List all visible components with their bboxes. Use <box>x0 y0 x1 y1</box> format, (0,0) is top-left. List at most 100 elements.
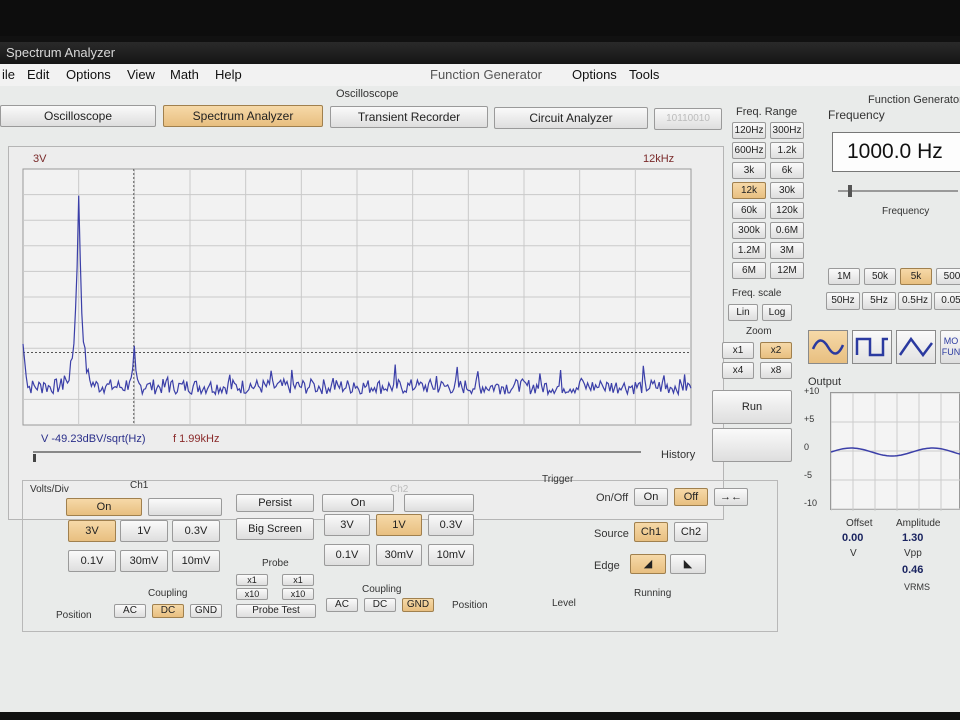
freq-range-600Hz-button[interactable]: 600Hz <box>732 142 766 159</box>
transient-recorder-mode-button[interactable]: Transient Recorder <box>330 106 488 128</box>
ch1-coupling-ac-button[interactable]: AC <box>114 604 146 618</box>
fg-frequency-display[interactable]: 1000.0 Hz <box>832 132 960 172</box>
sine-wave-button[interactable] <box>808 330 848 364</box>
zoom-x8-button[interactable]: x8 <box>760 362 792 379</box>
freq-range-6M-button[interactable]: 6M <box>732 262 766 279</box>
trigger-source-label: Source <box>594 528 629 540</box>
freq-range-120Hz-button[interactable]: 120Hz <box>732 122 766 139</box>
ch2-volts-1V-button[interactable]: 1V <box>376 514 422 536</box>
ch1-coupling-gnd-button[interactable]: GND <box>190 604 222 618</box>
fg-frequency-slider[interactable] <box>838 190 958 192</box>
spectrum-analyzer-mode-button[interactable]: Spectrum Analyzer <box>163 105 323 127</box>
ch1-volts-0.1V-button[interactable]: 0.1V <box>68 550 116 572</box>
persist-button[interactable]: Persist <box>236 494 314 512</box>
freq-range-300k-button[interactable]: 300k <box>732 222 766 239</box>
menu-options[interactable]: Options <box>66 67 111 82</box>
ch1-blank-button[interactable] <box>148 498 222 516</box>
fg-range-50Hz-button[interactable]: 50Hz <box>826 292 860 310</box>
freq-range-12k-button[interactable]: 12k <box>732 182 766 199</box>
menu-fg-options[interactable]: Options <box>572 67 617 82</box>
ch2-volts-30mV-button[interactable]: 30mV <box>376 544 422 566</box>
menu-file[interactable]: ile <box>2 67 15 82</box>
fg-output-tick: -10 <box>804 498 818 508</box>
fg-output-tick: +10 <box>804 386 820 396</box>
fg-range-50k-button[interactable]: 50k <box>864 268 896 285</box>
freq-scale-log-button[interactable]: Log <box>762 304 792 321</box>
freq-range-1.2k-button[interactable]: 1.2k <box>770 142 804 159</box>
digital-mode-button[interactable]: 10110010 <box>654 108 722 130</box>
probe-x1-button-0[interactable]: x1 <box>236 574 268 586</box>
ch2-volts-0.1V-button[interactable]: 0.1V <box>324 544 370 566</box>
freq-range-12M-button[interactable]: 12M <box>770 262 804 279</box>
probe-x10-button-2[interactable]: x10 <box>236 588 268 600</box>
freq-range-1.2M-button[interactable]: 1.2M <box>732 242 766 259</box>
triangle-icon <box>898 336 933 358</box>
freq-range-3k-button[interactable]: 3k <box>732 162 766 179</box>
ch2-coupling-ac-button[interactable]: AC <box>326 598 358 612</box>
ch2-volts-10mV-button[interactable]: 10mV <box>428 544 474 566</box>
menu-help[interactable]: Help <box>215 67 242 82</box>
trigger-edge-rising-button[interactable]: ◢ <box>630 554 666 574</box>
freq-range-0.6M-button[interactable]: 0.6M <box>770 222 804 239</box>
ch1-volts-3V-button[interactable]: 3V <box>68 520 116 542</box>
ch1-volts-0.3V-button[interactable]: 0.3V <box>172 520 220 542</box>
fg-range-5k-button[interactable]: 5k <box>900 268 932 285</box>
fg-amplitude-label: Amplitude <box>896 518 941 529</box>
ch2-volts-0.3V-button[interactable]: 0.3V <box>428 514 474 536</box>
triangle-wave-button[interactable] <box>896 330 936 364</box>
ch2-coupling-gnd-button[interactable]: GND <box>402 598 434 612</box>
freq-range-60k-button[interactable]: 60k <box>732 202 766 219</box>
circuit-analyzer-mode-button[interactable]: Circuit Analyzer <box>494 107 648 129</box>
ch2-coupling-dc-button[interactable]: DC <box>364 598 396 612</box>
fg-range-1M-button[interactable]: 1M <box>828 268 860 285</box>
freq-scale-lin-button[interactable]: Lin <box>728 304 758 321</box>
menu-view[interactable]: View <box>127 67 155 82</box>
zoom-x2-button[interactable]: x2 <box>760 342 792 359</box>
fg-range-0.5Hz-button[interactable]: 0.5Hz <box>898 292 932 310</box>
freq-range-30k-button[interactable]: 30k <box>770 182 804 199</box>
freq-range-6k-button[interactable]: 6k <box>770 162 804 179</box>
fg-vrms-value: 0.46 <box>902 564 924 576</box>
ch2-volts-3V-button[interactable]: 3V <box>324 514 370 536</box>
probe-x1-button-1[interactable]: x1 <box>282 574 314 586</box>
run-button[interactable]: Run <box>712 390 792 424</box>
menu-fg-tools[interactable]: Tools <box>629 67 659 82</box>
fg-amplitude-value[interactable]: 1.30 <box>902 532 923 544</box>
ch1-volts-10mV-button[interactable]: 10mV <box>172 550 220 572</box>
trigger-on-button[interactable]: On <box>634 488 668 506</box>
fg-output-tick: +5 <box>804 414 815 424</box>
big-screen-button[interactable]: Big Screen <box>236 518 314 540</box>
probe-test-button[interactable]: Probe Test <box>236 604 316 618</box>
freq-range-120k-button[interactable]: 120k <box>770 202 804 219</box>
history-slider-handle[interactable] <box>33 454 36 462</box>
probe-x10-button-3[interactable]: x10 <box>282 588 314 600</box>
trigger-off-button[interactable]: Off <box>674 488 708 506</box>
zoom-x1-button[interactable]: x1 <box>722 342 754 359</box>
square-wave-button[interactable] <box>852 330 892 364</box>
menu-edit[interactable]: Edit <box>27 67 49 82</box>
trigger-source-ch1-button[interactable]: Ch1 <box>634 522 668 542</box>
ch1-volts-30mV-button[interactable]: 30mV <box>120 550 168 572</box>
more-functions-button[interactable]: MO FUN <box>940 330 960 364</box>
menu-math[interactable]: Math <box>170 67 199 82</box>
ch2-on-button[interactable]: On <box>322 494 394 512</box>
trigger-source-ch2-button[interactable]: Ch2 <box>674 522 708 542</box>
fg-range-500-button[interactable]: 500 <box>936 268 960 285</box>
trigger-edge-falling-button[interactable]: ◣ <box>670 554 706 574</box>
falling-edge-icon: ◣ <box>683 558 693 570</box>
fg-range-5Hz-button[interactable]: 5Hz <box>862 292 896 310</box>
ch1-volts-1V-button[interactable]: 1V <box>120 520 168 542</box>
ch1-coupling-dc-button[interactable]: DC <box>152 604 184 618</box>
freq-range-3M-button[interactable]: 3M <box>770 242 804 259</box>
fg-range-0.05-button[interactable]: 0.05 <box>934 292 960 310</box>
history-scrollbar[interactable] <box>33 451 641 453</box>
trigger-arrows-button[interactable]: →← <box>714 488 748 506</box>
blank-button[interactable] <box>712 428 792 462</box>
freq-range-300Hz-button[interactable]: 300Hz <box>770 122 804 139</box>
zoom-x4-button[interactable]: x4 <box>722 362 754 379</box>
ch2-blank-button[interactable] <box>404 494 474 512</box>
oscilloscope-mode-button[interactable]: Oscilloscope <box>0 105 156 127</box>
ch1-on-button[interactable]: On <box>66 498 142 516</box>
fg-frequency-slider-handle[interactable] <box>848 185 852 197</box>
fg-offset-value[interactable]: 0.00 <box>842 532 863 544</box>
